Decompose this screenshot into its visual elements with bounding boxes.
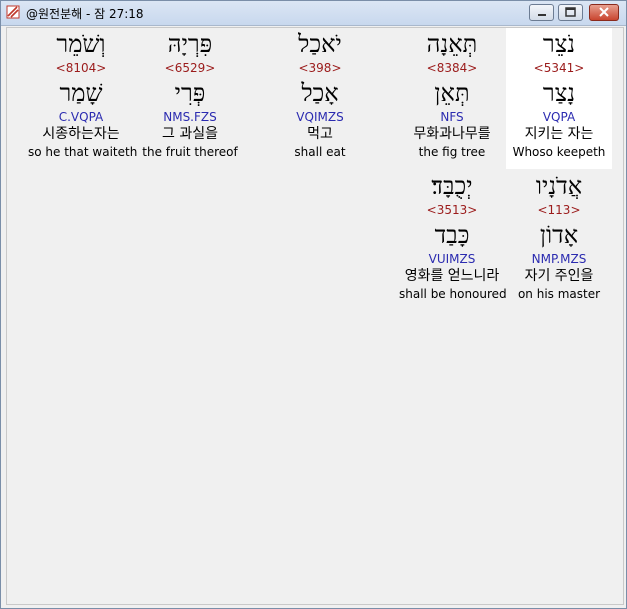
close-icon [599, 7, 609, 17]
hebrew-word: פִּרְיָהּ [167, 30, 213, 58]
hebrew-word: יֹאכַל [298, 30, 342, 58]
word-cell[interactable]: יֹאכַל <398> אָכַל VQIMZS 먹고 shall eat [267, 28, 373, 160]
parse-code: NMP.MZS [531, 252, 587, 266]
word-cell[interactable]: פִּרְיָהּ <6529> פְּרִי NMS.FZS 그 과실을 th… [137, 28, 243, 160]
hebrew-lemma: תְּאֵן [434, 79, 470, 107]
hebrew-lemma: כָּבַד [434, 221, 470, 249]
parse-code: C.VQPA [58, 110, 104, 124]
hebrew-lemma: פְּרִי [174, 79, 206, 107]
strong-number[interactable]: <6529> [137, 60, 243, 77]
hebrew-word: נֹצֵר [542, 30, 576, 58]
parse-code: VUIMZS [428, 252, 476, 266]
parse-code: VQIMZS [296, 110, 344, 124]
english-gloss: so he that waiteth [28, 145, 138, 159]
korean-gloss: 무화과나무를 [413, 126, 491, 142]
korean-gloss: 자기 주인을 [524, 268, 594, 284]
maximize-button[interactable] [558, 4, 583, 21]
strong-number[interactable]: <113> [506, 202, 612, 219]
english-gloss: Whoso keepeth [512, 145, 606, 159]
word-cell[interactable]: אֲדֹנָיו <113> אָדוֹן NMP.MZS 자기 주인을 on … [506, 170, 612, 302]
strong-number[interactable]: <5341> [506, 60, 612, 77]
korean-gloss: 시종하는자는 [42, 126, 120, 142]
word-cell[interactable]: וְשֹׁמֵר <8104> שָׁמַר C.VQPA 시종하는자는 so … [28, 28, 138, 160]
word-cell[interactable]: נֹצֵר <5341> נָצַר VQPA 지키는 자는 Whoso kee… [506, 28, 612, 169]
strong-number[interactable]: <3513> [399, 202, 505, 219]
korean-gloss: 지키는 자는 [524, 126, 594, 142]
hebrew-word: אֲדֹנָיו [535, 172, 583, 200]
korean-gloss: 그 과실을 [162, 126, 218, 142]
korean-gloss: 먹고 [307, 126, 333, 142]
title-bar[interactable]: @원전분해 - 잠 27:18 [1, 1, 626, 26]
hebrew-lemma: אָדוֹן [539, 221, 579, 249]
maximize-icon [565, 7, 576, 17]
parse-code: VQPA [542, 110, 576, 124]
strong-number[interactable]: <8384> [399, 60, 505, 77]
hebrew-word: תְּאֵנָה [426, 30, 478, 58]
parse-code: NMS.FZS [163, 110, 217, 124]
close-button[interactable] [589, 4, 619, 21]
hebrew-lemma: שָׁמַר [59, 79, 103, 107]
english-gloss: the fig tree [418, 145, 486, 159]
hebrew-word: יְכֻבָּד׃ [431, 172, 473, 200]
app-window: @원전분해 - 잠 27:18 נֹצֵר <5341> נָצַר VQPA … [0, 0, 627, 609]
word-cell[interactable]: יְכֻבָּד׃ <3513> כָּבַד VUIMZS 영화를 얻느니라 … [399, 170, 507, 302]
word-cell[interactable]: תְּאֵנָה <8384> תְּאֵן NFS 무화과나무를 the fi… [399, 28, 505, 160]
window-title: @원전분해 - 잠 27:18 [26, 7, 144, 21]
hebrew-lemma: אָכַל [301, 79, 339, 107]
strong-number[interactable]: <398> [267, 60, 373, 77]
english-gloss: on his master [517, 287, 601, 301]
english-gloss: the fruit thereof [142, 145, 238, 159]
minimize-button[interactable] [529, 4, 554, 21]
hebrew-word: וְשֹׁמֵר [56, 30, 106, 58]
english-gloss: shall be honoured [399, 287, 507, 301]
korean-gloss: 영화를 얻느니라 [404, 268, 500, 284]
word-analysis-panel: נֹצֵר <5341> נָצַר VQPA 지키는 자는 Whoso kee… [6, 27, 624, 605]
hebrew-lemma: נָצַר [542, 79, 576, 107]
strong-number[interactable]: <8104> [28, 60, 134, 77]
english-gloss: shall eat [294, 145, 346, 159]
app-icon [6, 5, 20, 19]
minimize-icon [538, 14, 546, 16]
parse-code: NFS [440, 110, 464, 124]
